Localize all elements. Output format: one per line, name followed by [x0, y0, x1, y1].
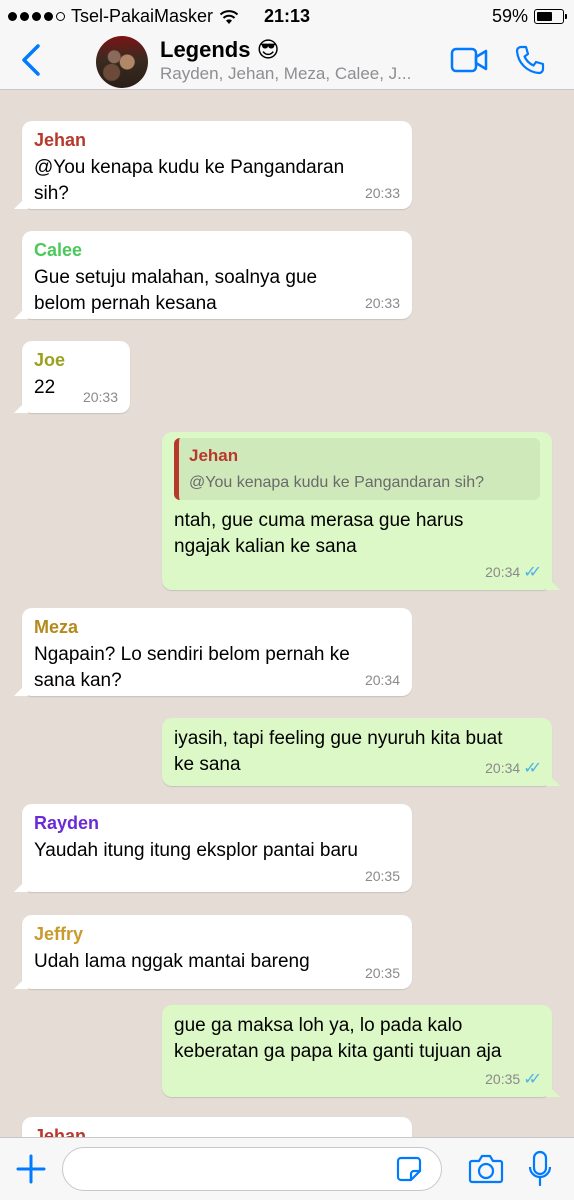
- message-time: 20:34 ✓✓: [485, 758, 542, 778]
- message-text: ntah, gue cuma merasa gue harus ngajak k…: [174, 510, 464, 557]
- message-sender: Meza: [34, 617, 79, 637]
- composer-bar: [0, 1137, 574, 1200]
- message-time: 20:35: [364, 965, 400, 981]
- message-bubble[interactable]: Meza Ngapain? Lo sendiri belom pernah ke…: [14, 608, 412, 696]
- message-bubble[interactable]: Joe 22 20:33: [14, 341, 130, 413]
- message-sender: Jehan: [34, 1126, 87, 1137]
- message-text: Udah lama nggak mantai bareng: [34, 951, 310, 972]
- message-input[interactable]: [62, 1147, 442, 1191]
- message-bubble-outgoing[interactable]: gue ga maksa loh ya, lo pada kalo kebera…: [162, 1005, 560, 1097]
- message-bubble-outgoing[interactable]: Jehan @You kenapa kudu ke Pangandaran si…: [162, 432, 560, 590]
- group-avatar[interactable]: [96, 36, 148, 88]
- message-bubble-outgoing[interactable]: iyasih, tapi feeling gue nyuruh kita bua…: [162, 718, 560, 786]
- chat-header: Legends 😎 Rayden, Jehan, Meza, Calee, J.…: [0, 32, 574, 90]
- message-text: gue ga maksa loh ya, lo pada kalo kebera…: [174, 1015, 502, 1062]
- group-members[interactable]: Rayden, Jehan, Meza, Calee, J...: [160, 64, 430, 84]
- read-receipt-icon: ✓✓: [523, 760, 542, 777]
- message-time: 20:34: [364, 672, 400, 688]
- message-time: 20:34 ✓✓: [485, 562, 542, 582]
- plus-icon[interactable]: [14, 1152, 48, 1186]
- read-receipt-icon: ✓✓: [523, 1071, 542, 1088]
- message-sender: Jeffry: [34, 924, 84, 944]
- message-bubble[interactable]: Rayden Yaudah itung itung eksplor pantai…: [14, 804, 412, 892]
- message-text: @You kenapa kudu ke Pangandaran sih?: [34, 157, 345, 204]
- message-bubble[interactable]: Jehan @You kenapa kudu ke Pangandaran si…: [14, 121, 412, 209]
- status-bar: Tsel-PakaiMasker 21:13 59%: [0, 0, 574, 32]
- sticker-icon[interactable]: [396, 1156, 422, 1182]
- message-bubble[interactable]: Calee Gue setuju malahan, soalnya gue be…: [14, 231, 412, 319]
- group-title[interactable]: Legends 😎: [160, 37, 280, 63]
- read-receipt-icon: ✓✓: [523, 564, 542, 581]
- quoted-message[interactable]: Jehan @You kenapa kudu ke Pangandaran si…: [174, 438, 540, 500]
- message-time: 20:33: [364, 185, 400, 201]
- chevron-left-icon[interactable]: [18, 42, 46, 78]
- message-bubble[interactable]: Jehan: [22, 1117, 412, 1137]
- message-text: Gue setuju malahan, soalnya gue belom pe…: [34, 267, 318, 314]
- message-sender: Joe: [34, 350, 66, 370]
- message-sender: Rayden: [34, 813, 100, 833]
- message-time: 20:35 ✓✓: [485, 1069, 542, 1089]
- message-time: 20:33: [364, 295, 400, 311]
- battery-percent: 59%: [491, 6, 528, 26]
- message-sender: Jehan: [34, 130, 87, 150]
- quoted-text: @You kenapa kudu ke Pangandaran sih?: [189, 474, 484, 491]
- message-time: 20:33: [82, 389, 118, 405]
- microphone-icon[interactable]: [528, 1150, 552, 1188]
- phone-icon[interactable]: [514, 44, 546, 76]
- battery-icon: [534, 9, 567, 24]
- camera-icon[interactable]: [468, 1153, 504, 1185]
- message-text: iyasih, tapi feeling gue nyuruh kita bua…: [174, 728, 503, 775]
- video-camera-icon[interactable]: [450, 46, 488, 74]
- message-bubble[interactable]: Jeffry Udah lama nggak mantai bareng 20:…: [14, 915, 412, 989]
- quoted-sender: Jehan: [189, 446, 239, 465]
- message-sender: Calee: [34, 240, 83, 260]
- message-time: 20:35: [364, 868, 400, 884]
- message-text: Yaudah itung itung eksplor pantai baru: [34, 840, 358, 861]
- message-text: Ngapain? Lo sendiri belom pernah ke sana…: [34, 644, 350, 691]
- clock: 21:13: [263, 6, 311, 26]
- chat-messages[interactable]: Jehan @You kenapa kudu ke Pangandaran si…: [0, 91, 574, 1137]
